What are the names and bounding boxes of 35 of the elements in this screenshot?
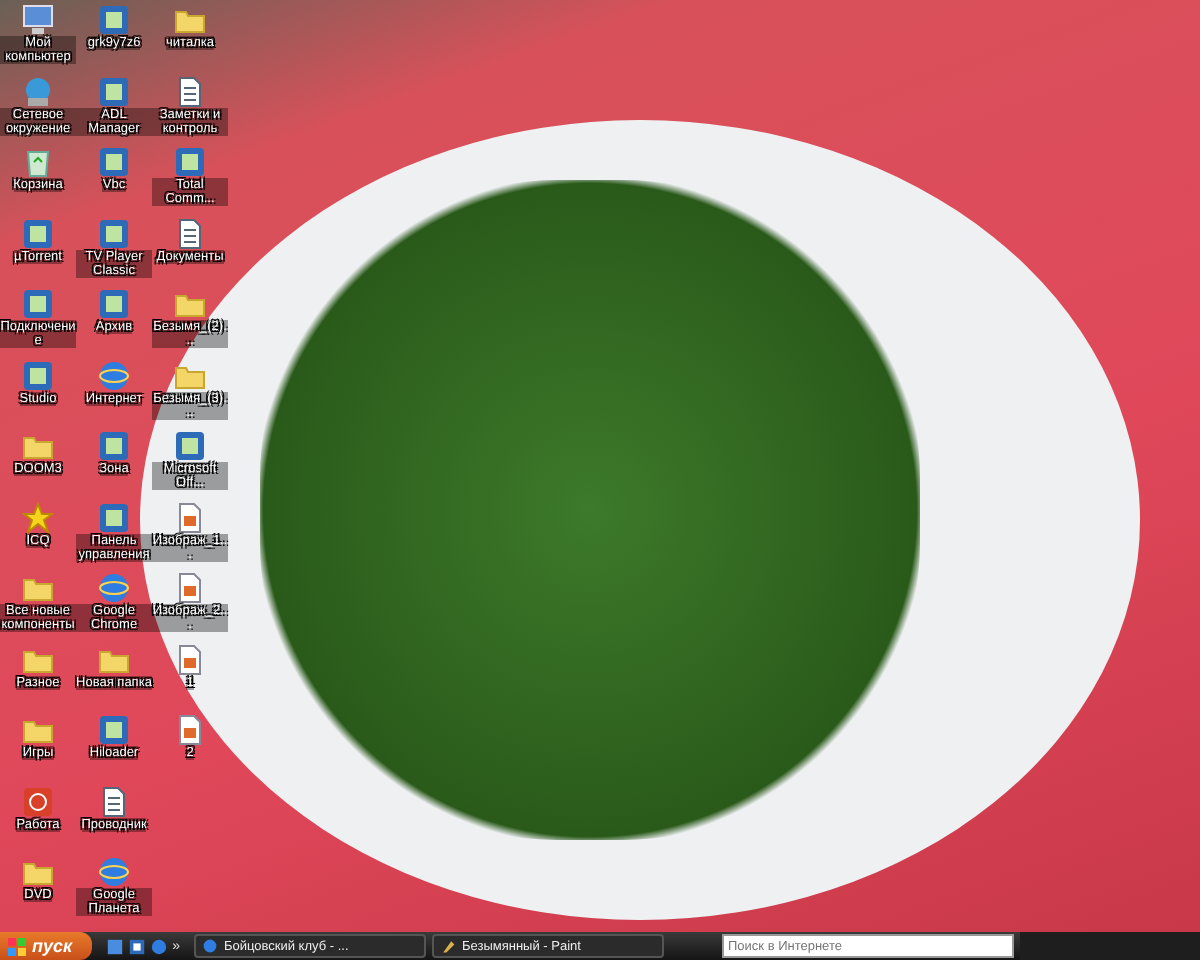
document-icon	[98, 785, 130, 817]
star-icon	[22, 501, 54, 533]
app-icon[interactable]	[128, 937, 147, 955]
app-icon	[98, 501, 130, 533]
app-icon	[22, 359, 54, 391]
app-icon	[98, 75, 130, 107]
app-icon	[98, 217, 130, 249]
app-icon	[22, 288, 54, 320]
image-file-icon	[174, 714, 206, 746]
app-icon	[98, 430, 130, 462]
app-icon	[98, 714, 130, 746]
network-icon	[22, 75, 54, 107]
power-icon	[22, 785, 54, 817]
document-icon	[174, 217, 206, 249]
app-icon	[98, 146, 130, 178]
app-icon	[22, 217, 54, 249]
document-icon	[174, 75, 206, 107]
globe-icon	[98, 856, 130, 888]
image-file-icon	[174, 501, 206, 533]
recycle-bin-icon	[22, 146, 54, 178]
windows-logo-icon	[8, 937, 26, 955]
start-button[interactable]: пуск	[0, 932, 93, 960]
app-icon	[174, 430, 206, 462]
app-icon	[98, 288, 130, 320]
desktop-icon[interactable]	[106, 937, 125, 955]
globe-icon	[98, 572, 130, 604]
globe-icon[interactable]	[150, 937, 169, 955]
monitor-icon	[22, 4, 54, 36]
globe-icon	[201, 938, 218, 954]
globe-icon	[98, 359, 130, 391]
image-file-icon	[174, 572, 206, 604]
paint-icon	[439, 938, 456, 954]
app-icon	[98, 4, 130, 36]
app-icon	[174, 146, 206, 178]
image-file-icon	[174, 643, 206, 675]
